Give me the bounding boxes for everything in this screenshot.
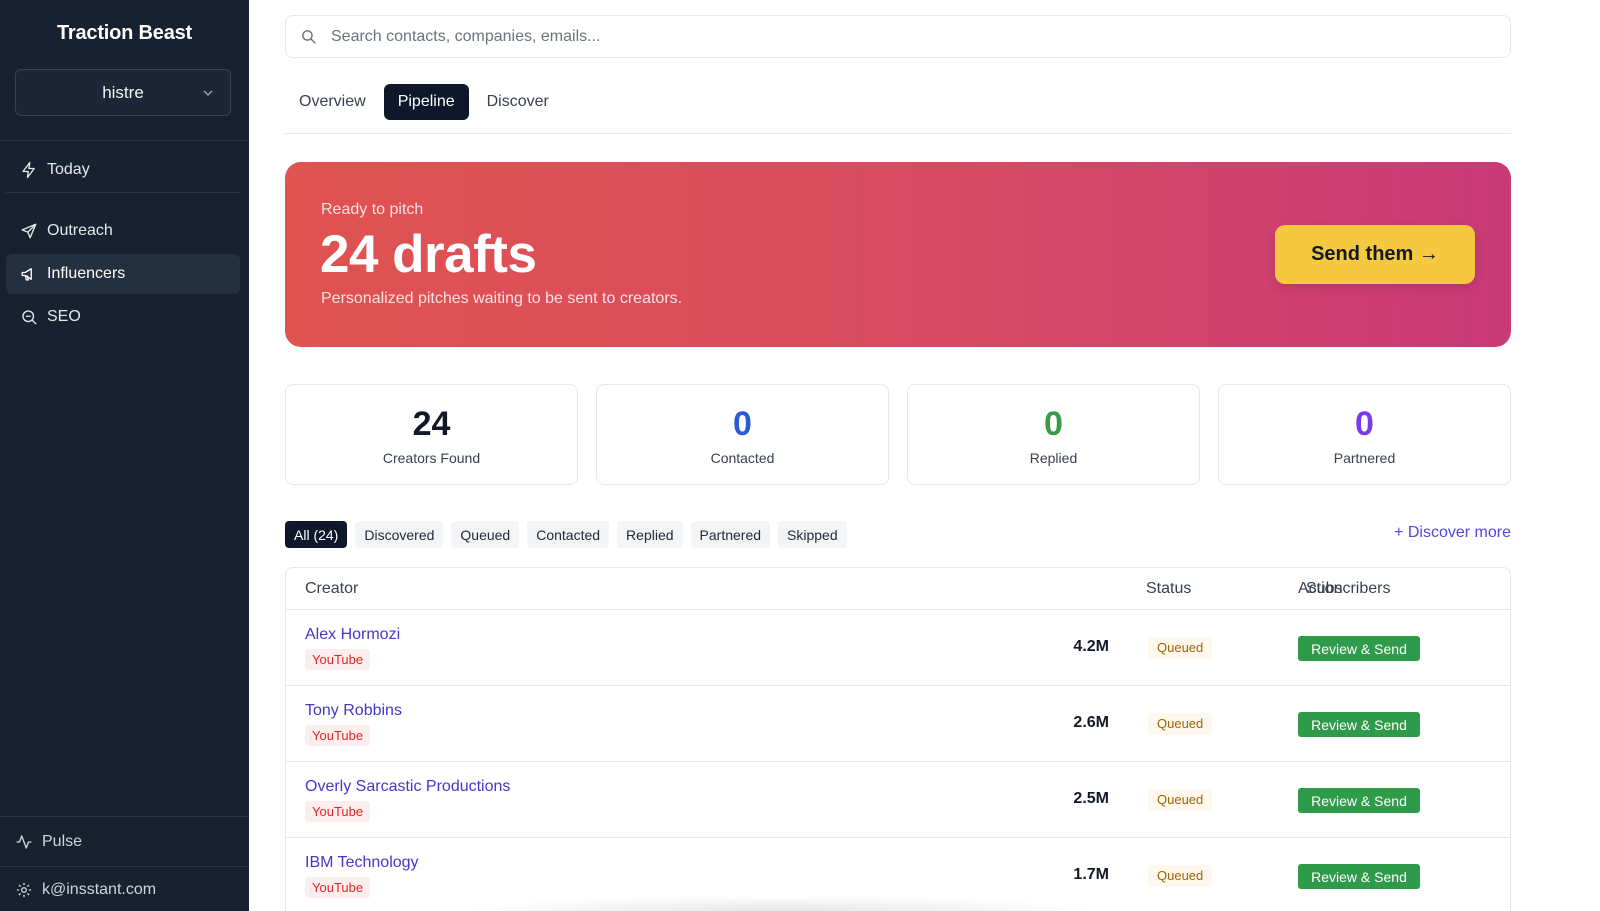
discover-more-link[interactable]: + Discover more: [1394, 524, 1511, 542]
sidebar-item-label: Outreach: [47, 222, 113, 239]
subscriber-count: 4.2M: [1073, 638, 1109, 655]
creator-name-link[interactable]: Tony Robbins: [305, 702, 402, 720]
stat-value: 0: [1044, 405, 1063, 443]
column-header-creator[interactable]: Creator: [305, 580, 358, 598]
sidebar-item-influencers[interactable]: Influencers: [6, 254, 240, 294]
status-filters: All (24) Discovered Queued Contacted Rep…: [285, 521, 847, 548]
account-menu[interactable]: k@insstant.com: [0, 866, 249, 911]
tab-discover[interactable]: Discover: [473, 84, 563, 120]
tab-pipeline[interactable]: Pipeline: [383, 84, 469, 120]
status-badge: Queued: [1148, 865, 1213, 887]
banner-kicker: Ready to pitch: [321, 201, 424, 218]
banner-title: 24 drafts: [320, 225, 537, 284]
column-header-action: Action: [1298, 580, 1343, 597]
stat-value: 0: [733, 405, 752, 443]
subscriber-count: 1.7M: [1073, 866, 1109, 883]
platform-badge: YouTube: [305, 877, 371, 898]
table-row: Overly Sarcastic Productions YouTube 2.5…: [286, 762, 1510, 838]
scroll-fade: [460, 895, 1100, 911]
stat-label: Creators Found: [382, 450, 481, 466]
review-send-button[interactable]: Review & Send: [1298, 636, 1420, 661]
filter-skipped[interactable]: Skipped: [778, 521, 847, 548]
activity-icon: [16, 835, 32, 849]
pulse-label: Pulse: [42, 833, 83, 850]
workspace-selector[interactable]: histre: [15, 69, 231, 116]
filter-queued[interactable]: Queued: [451, 521, 520, 548]
filter-all[interactable]: All (24): [285, 521, 348, 548]
filter-partnered[interactable]: Partnered: [690, 521, 771, 548]
platform-badge: YouTube: [305, 649, 371, 670]
sidebar: Traction Beast histre Today Outreach Inf…: [0, 0, 249, 911]
stat-card-replied: 0 Replied: [907, 384, 1200, 485]
status-badge: Queued: [1148, 637, 1213, 659]
review-send-button[interactable]: Review & Send: [1298, 712, 1420, 737]
sidebar-divider: [6, 192, 240, 193]
stat-card-contacted: 0 Contacted: [596, 384, 889, 485]
tabs-divider: [285, 133, 1511, 134]
chevron-down-icon: [203, 90, 213, 97]
pipeline-stats: 24 Creators Found 0 Contacted 0 Replied …: [285, 384, 1511, 485]
gear-icon: [16, 882, 32, 898]
sidebar-item-pulse[interactable]: Pulse: [0, 818, 249, 866]
subscriber-count: 2.6M: [1073, 714, 1109, 731]
stat-card-partnered: 0 Partnered: [1218, 384, 1511, 485]
search-bar[interactable]: [285, 15, 1511, 58]
creator-name-link[interactable]: Alex Hormozi: [305, 626, 400, 644]
stat-label: Replied: [1029, 450, 1078, 466]
view-tabs: Overview Pipeline Discover: [285, 84, 563, 120]
stat-card-creators-found: 24 Creators Found: [285, 384, 578, 485]
sidebar-divider: [0, 140, 249, 141]
sidebar-item-seo[interactable]: SEO: [6, 297, 240, 337]
subscriber-count: 2.5M: [1073, 790, 1109, 807]
stat-value: 0: [1355, 405, 1374, 443]
review-send-button[interactable]: Review & Send: [1298, 788, 1420, 813]
stat-value: 24: [412, 405, 451, 443]
stat-label: Partnered: [1333, 450, 1396, 466]
send-them-button[interactable]: Send them →: [1275, 225, 1475, 284]
creator-name-link[interactable]: IBM Technology: [305, 854, 419, 872]
ready-to-pitch-banner: Ready to pitch 24 drafts Personalized pi…: [285, 162, 1511, 347]
sidebar-divider: [0, 816, 249, 817]
column-header-status[interactable]: Status: [1146, 580, 1191, 598]
filter-discovered[interactable]: Discovered: [355, 521, 444, 548]
bolt-icon: [22, 161, 35, 179]
table-row: Alex Hormozi YouTube 4.2M Queued Review …: [286, 610, 1510, 686]
creator-name-link[interactable]: Overly Sarcastic Productions: [305, 778, 510, 796]
platform-badge: YouTube: [305, 725, 371, 746]
sidebar-item-label: Influencers: [47, 265, 126, 282]
filter-contacted[interactable]: Contacted: [527, 521, 610, 548]
account-email: k@insstant.com: [42, 881, 157, 898]
status-badge: Queued: [1148, 789, 1213, 811]
tab-overview[interactable]: Overview: [285, 84, 380, 120]
creators-table: Creator Subscribers Status Action Alex H…: [285, 567, 1511, 911]
sidebar-item-label: Today: [47, 161, 90, 178]
stat-label: Contacted: [710, 450, 775, 466]
send-icon: [21, 223, 37, 239]
search-zoom-icon: [22, 310, 37, 325]
megaphone-icon: [21, 268, 32, 281]
app-brand: Traction Beast: [56, 22, 193, 44]
search-icon: [302, 30, 316, 44]
platform-badge: YouTube: [305, 801, 371, 822]
filter-replied[interactable]: Replied: [617, 521, 683, 548]
sidebar-item-outreach[interactable]: Outreach: [6, 211, 240, 251]
workspace-name: histre: [102, 82, 144, 102]
table-row: Tony Robbins YouTube 2.6M Queued Review …: [286, 686, 1510, 762]
status-badge: Queued: [1148, 713, 1213, 735]
search-input[interactable]: [331, 27, 1510, 46]
table-header: Creator Subscribers Status Action: [286, 568, 1510, 610]
review-send-button[interactable]: Review & Send: [1298, 864, 1420, 889]
sidebar-item-label: SEO: [47, 308, 81, 325]
sidebar-item-today[interactable]: Today: [6, 150, 240, 190]
banner-subtitle: Personalized pitches waiting to be sent …: [321, 290, 683, 307]
